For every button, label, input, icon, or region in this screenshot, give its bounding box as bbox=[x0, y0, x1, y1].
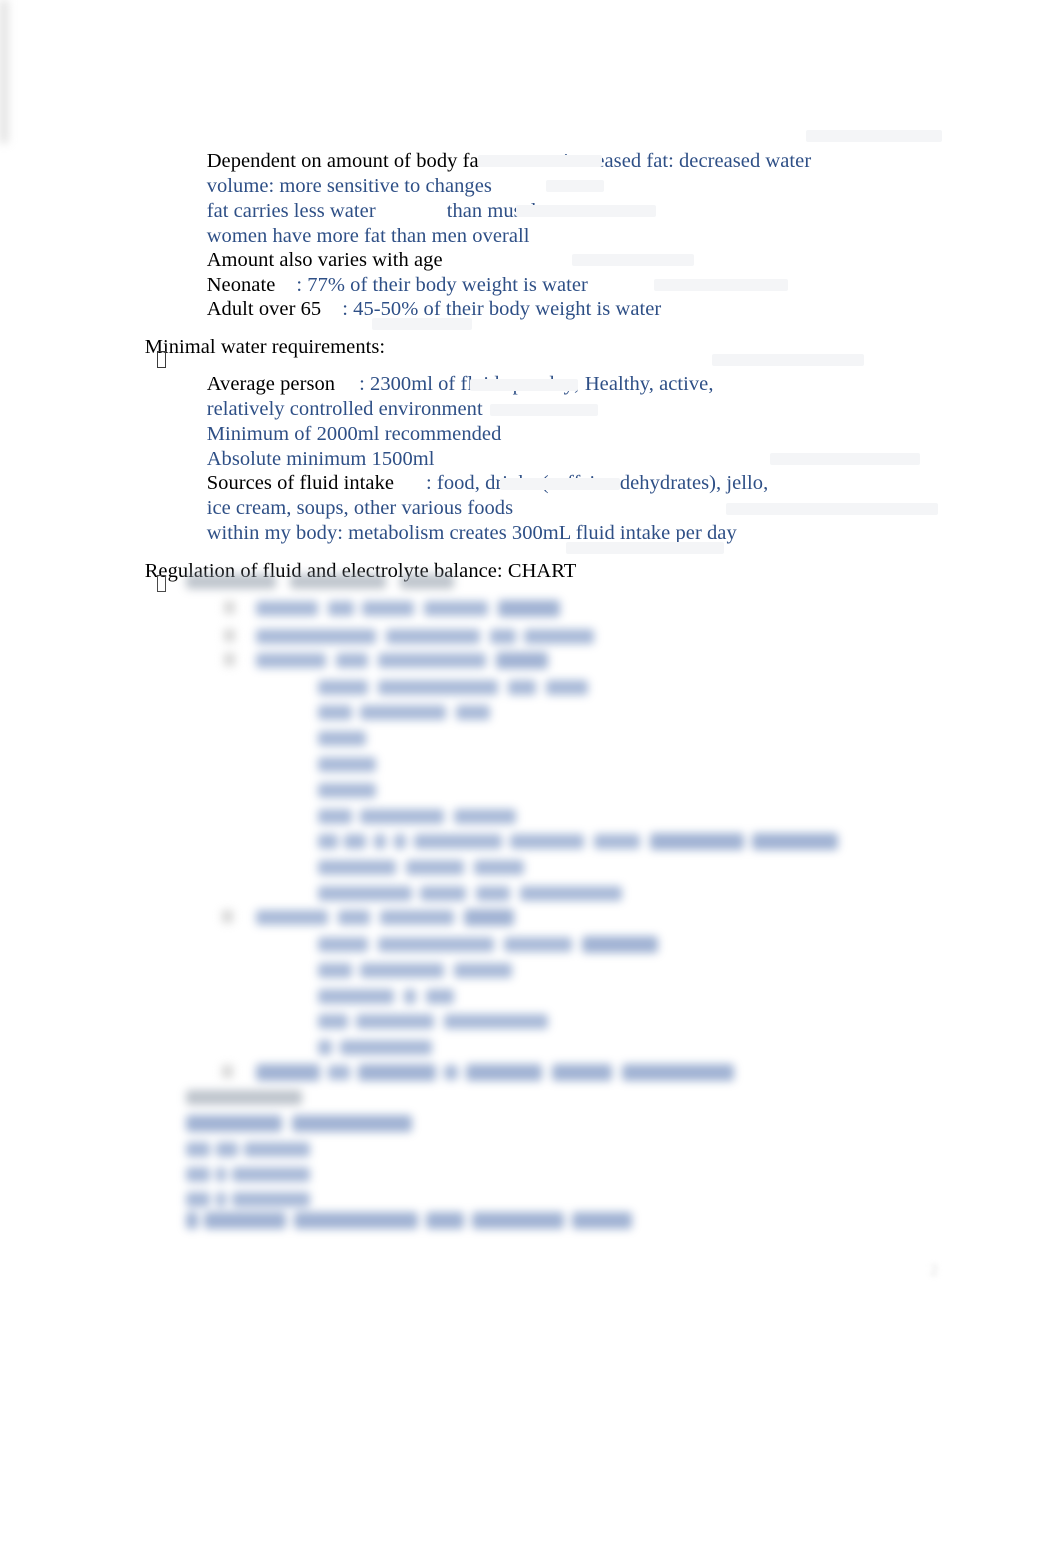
obscured-content-region bbox=[0, 0, 1062, 1260]
page-number: 2 bbox=[930, 1262, 938, 1279]
document-page: Dependent on amount of body fat: increas… bbox=[0, 0, 1062, 1556]
